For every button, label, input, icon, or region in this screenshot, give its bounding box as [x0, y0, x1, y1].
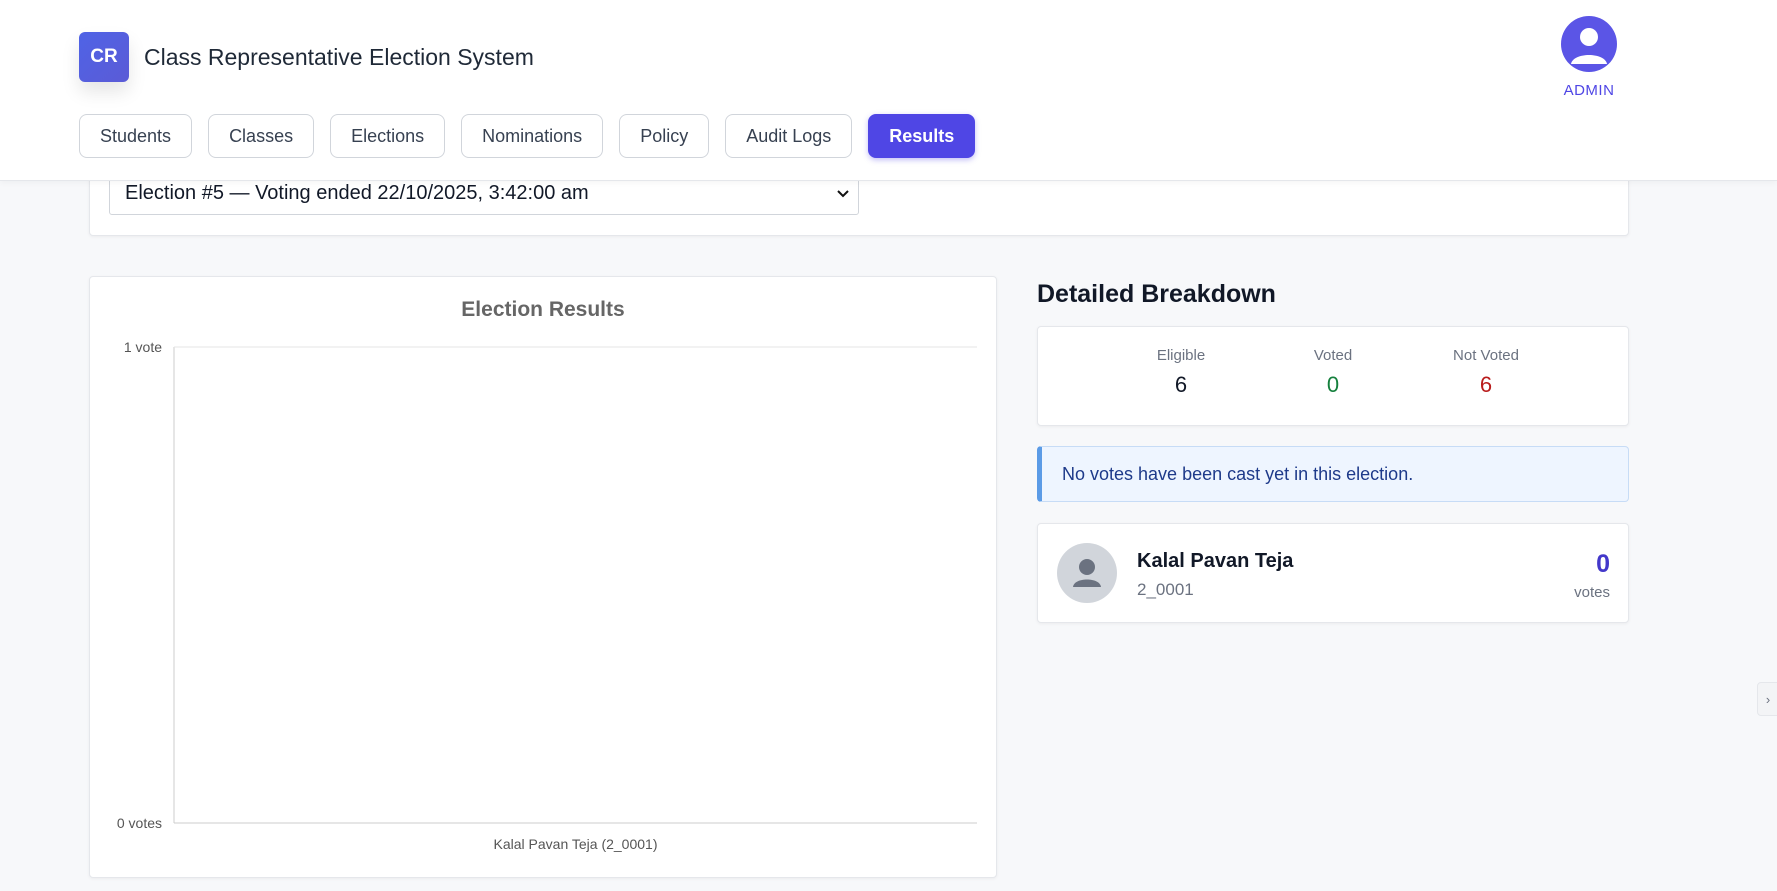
nav-classes-button[interactable]: Classes: [208, 114, 315, 158]
main-nav: Students Classes Elections Nominations P…: [79, 114, 976, 158]
chart-y-tick-label: 0 votes: [117, 815, 162, 831]
chart-title: Election Results: [461, 298, 624, 321]
nav-policy-button[interactable]: Policy: [619, 114, 710, 158]
stat-not-voted-value: 6: [1479, 372, 1493, 397]
candidate-votes-label: votes: [1574, 584, 1610, 601]
chart-x-tick-label: Kalal Pavan Teja (2_0001): [494, 836, 658, 852]
nav-audit-logs-button[interactable]: Audit Logs: [725, 114, 853, 158]
candidate-name: Kalal Pavan Teja: [1137, 550, 1294, 572]
stat-eligible-label: Eligible: [1156, 347, 1206, 364]
candidate-id: 2_0001: [1137, 580, 1194, 599]
chevron-right-icon: ›: [1765, 691, 1771, 707]
no-votes-alert: No votes have been cast yet in this elec…: [1037, 446, 1629, 502]
stat-not-voted-label: Not Voted: [1453, 347, 1519, 364]
stat-voted: Voted 0: [1263, 347, 1403, 398]
stat-eligible-value: 6: [1174, 372, 1188, 397]
vote-stats-card: Eligible 6 Voted 0 Not Voted 6: [1037, 326, 1629, 426]
user-role-label: ADMIN: [1563, 82, 1615, 99]
nav-students-button[interactable]: Students: [79, 114, 193, 158]
stat-voted-value: 0: [1326, 372, 1340, 397]
results-chart-card: Election Results 0 votes 1 vote Kalal Pava…: [89, 276, 997, 878]
stat-voted-label: Voted: [1313, 347, 1353, 364]
user-menu[interactable]: ADMIN: [1561, 16, 1617, 99]
user-icon: [1057, 543, 1117, 603]
chevron-down-icon: [836, 184, 850, 207]
app-logo: CR: [79, 32, 129, 82]
app-header: CR Class Representative Election System …: [0, 0, 1777, 181]
stat-not-voted: Not Voted 6: [1416, 347, 1556, 398]
nav-elections-button[interactable]: Elections: [330, 114, 446, 158]
candidate-vote-count: 0: [1596, 550, 1610, 578]
chart-y-tick-label: 1 vote: [124, 339, 162, 355]
results-chart: Election Results 0 votes 1 vote Kalal Pava…: [117, 298, 977, 852]
candidate-card: Kalal Pavan Teja 2_0001 0 votes: [1037, 523, 1629, 623]
nav-nominations-button[interactable]: Nominations: [461, 114, 604, 158]
sidebar-toggle[interactable]: ›: [1757, 682, 1777, 716]
stat-eligible: Eligible 6: [1111, 347, 1251, 398]
breakdown-title: Detailed Breakdown: [1037, 280, 1276, 308]
logo-text: CR: [90, 46, 118, 67]
user-icon[interactable]: [1561, 16, 1617, 72]
app-title: Class Representative Election System: [144, 44, 534, 70]
election-select-value: Election #5 — Voting ended 22/10/2025, 3…: [125, 181, 589, 204]
nav-results-button[interactable]: Results: [868, 114, 976, 158]
